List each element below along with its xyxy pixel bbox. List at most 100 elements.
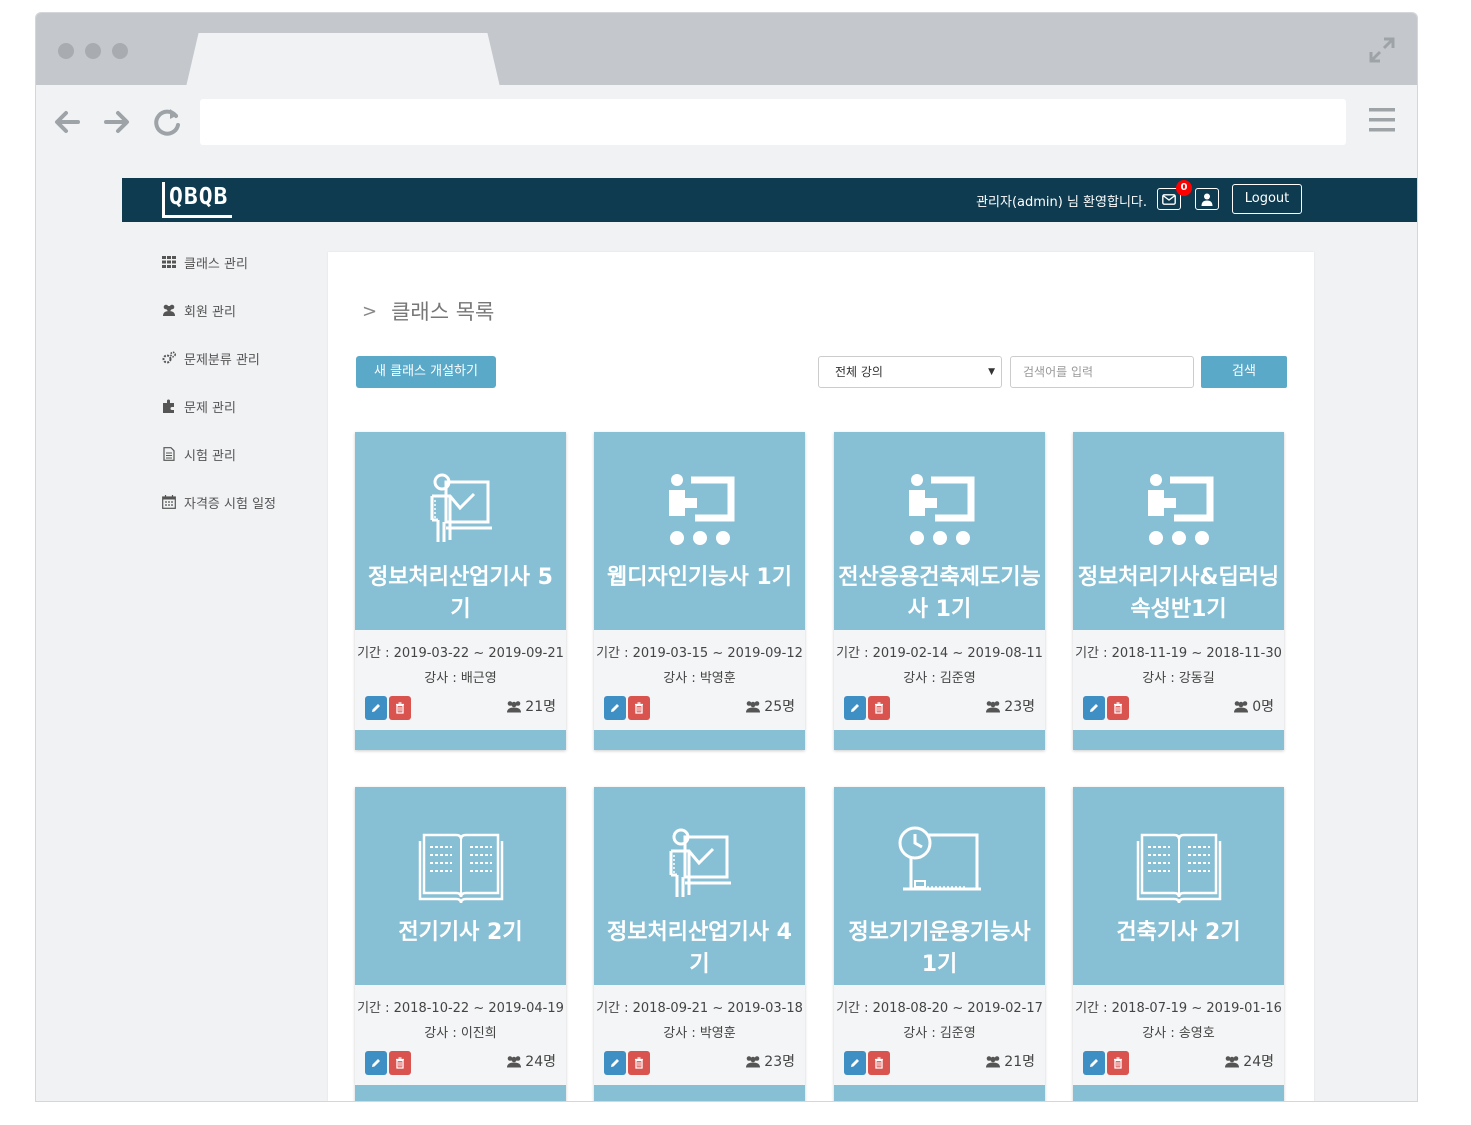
member-count: 0명 xyxy=(1233,696,1274,716)
card-footer-bar xyxy=(594,1085,805,1101)
member-count-text: 24명 xyxy=(1243,1054,1274,1070)
class-filter-value: 전체 강의 xyxy=(835,365,883,379)
member-count: 24명 xyxy=(506,1051,556,1071)
teacher-board-icon xyxy=(655,825,745,905)
sidebar-item-label: 클래스 관리 xyxy=(184,256,248,272)
card-period: 기간 : 2019-02-14 ~ 2019-08-11 xyxy=(836,646,1043,661)
edit-button[interactable] xyxy=(604,1051,626,1075)
card-header[interactable]: 전산응용건축제도기능사 1기 xyxy=(834,432,1045,630)
sidebar-item-members[interactable]: 회원 관리 xyxy=(162,300,236,320)
puzzle-icon xyxy=(163,399,174,413)
delete-button[interactable] xyxy=(1107,696,1129,720)
reload-icon[interactable] xyxy=(150,105,184,139)
member-count: 25명 xyxy=(745,696,795,716)
card-footer-bar xyxy=(355,730,566,750)
classroom-icon xyxy=(895,470,985,550)
pencil-icon xyxy=(1090,704,1098,712)
delete-button[interactable] xyxy=(628,1051,650,1075)
window-close-dot[interactable] xyxy=(58,43,74,59)
class-card[interactable]: 정보처리산업기사 5기 기간 : 2019-03-22 ~ 2019-09-21… xyxy=(355,432,566,750)
back-arrow-icon[interactable] xyxy=(50,105,84,139)
card-header[interactable]: 정보처리기사&딥러닝 속성반1기 xyxy=(1073,432,1284,630)
card-title[interactable]: 건축기사 2기 xyxy=(1073,917,1284,949)
card-period: 기간 : 2018-11-19 ~ 2018-11-30 xyxy=(1075,646,1282,661)
member-count: 23명 xyxy=(745,1051,795,1071)
edit-button[interactable] xyxy=(365,1051,387,1075)
member-count-text: 0명 xyxy=(1252,699,1274,715)
card-footer-bar xyxy=(1073,1085,1284,1101)
card-title[interactable]: 정보처리기사&딥러닝 속성반1기 xyxy=(1073,562,1284,626)
chevron-right-icon: > xyxy=(362,300,378,322)
address-bar[interactable] xyxy=(200,99,1346,145)
delete-button[interactable] xyxy=(868,696,890,720)
window-maximize-dot[interactable] xyxy=(112,43,128,59)
hamburger-menu-icon[interactable] xyxy=(1369,105,1395,135)
window-minimize-dot[interactable] xyxy=(85,43,101,59)
edit-button[interactable] xyxy=(604,696,626,720)
member-count-text: 24명 xyxy=(525,1054,556,1070)
class-card[interactable]: 정보처리산업기사 4기 기간 : 2018-09-21 ~ 2019-03-18… xyxy=(594,787,805,1101)
search-button[interactable]: 검색 xyxy=(1201,356,1287,388)
card-header[interactable]: 정보처리산업기사 5기 xyxy=(355,432,566,630)
member-count: 24명 xyxy=(1224,1051,1274,1071)
logout-button[interactable]: Logout xyxy=(1232,184,1302,214)
card-header[interactable]: 정보기기운용기능사 1기 xyxy=(834,787,1045,985)
welcome-text: 관리자(admin) 님 환영합니다. xyxy=(976,195,1147,210)
sidebar-item-classes[interactable]: 클래스 관리 xyxy=(162,252,248,272)
expand-icon[interactable] xyxy=(1367,35,1397,65)
card-header[interactable]: 전기기사 2기 xyxy=(355,787,566,985)
class-card[interactable]: 전기기사 2기 기간 : 2018-10-22 ~ 2019-04-19 강사 … xyxy=(355,787,566,1101)
delete-button[interactable] xyxy=(868,1051,890,1075)
card-teacher: 강사 : 김준영 xyxy=(903,1026,976,1041)
card-title[interactable]: 웹디자인기능사 1기 xyxy=(594,562,805,594)
class-card[interactable]: 건축기사 2기 기간 : 2018-07-19 ~ 2019-01-16 강사 … xyxy=(1073,787,1284,1101)
trash-icon xyxy=(635,1057,643,1069)
card-title[interactable]: 정보처리산업기사 4기 xyxy=(594,917,805,981)
card-title[interactable]: 전산응용건축제도기능사 1기 xyxy=(834,562,1045,626)
card-title[interactable]: 전기기사 2기 xyxy=(355,917,566,949)
delete-button[interactable] xyxy=(1107,1051,1129,1075)
new-class-button[interactable]: 새 클래스 개설하기 xyxy=(356,356,496,388)
card-title[interactable]: 정보기기운용기능사 1기 xyxy=(834,917,1045,981)
users-icon xyxy=(507,1055,522,1067)
class-card[interactable]: 전산응용건축제도기능사 1기 기간 : 2019-02-14 ~ 2019-08… xyxy=(834,432,1045,750)
edit-button[interactable] xyxy=(1083,1051,1105,1075)
sidebar-item-question-categories[interactable]: 문제분류 관리 xyxy=(162,348,260,368)
card-header[interactable]: 웹디자인기능사 1기 xyxy=(594,432,805,630)
users-icon xyxy=(1234,700,1249,712)
edit-button[interactable] xyxy=(844,1051,866,1075)
classroom-icon xyxy=(1134,470,1224,550)
class-card[interactable]: 정보처리기사&딥러닝 속성반1기 기간 : 2018-11-19 ~ 2018-… xyxy=(1073,432,1284,750)
card-teacher: 강사 : 강동길 xyxy=(1142,671,1215,686)
card-header[interactable]: 건축기사 2기 xyxy=(1073,787,1284,985)
browser-window: QBQB 관리자(admin) 님 환영합니다. 0 Logout 클래스 관리… xyxy=(35,12,1418,1102)
edit-button[interactable] xyxy=(365,696,387,720)
card-period: 기간 : 2018-08-20 ~ 2019-02-17 xyxy=(836,1001,1043,1016)
pencil-icon xyxy=(372,1059,380,1067)
browser-tab[interactable] xyxy=(186,33,500,87)
edit-button[interactable] xyxy=(1083,696,1105,720)
edit-button[interactable] xyxy=(844,696,866,720)
user-button[interactable] xyxy=(1195,188,1219,210)
delete-button[interactable] xyxy=(628,696,650,720)
sidebar-item-questions[interactable]: 문제 관리 xyxy=(162,396,236,416)
sidebar-item-exams[interactable]: 시험 관리 xyxy=(162,444,236,464)
card-footer-bar xyxy=(355,1085,566,1101)
sidebar-item-cert-schedule[interactable]: 자격증 시험 일정 xyxy=(162,492,276,512)
class-card[interactable]: 정보기기운용기능사 1기 기간 : 2018-08-20 ~ 2019-02-1… xyxy=(834,787,1045,1101)
page-title: 클래스 목록 xyxy=(391,300,495,324)
forward-arrow-icon[interactable] xyxy=(100,105,134,139)
search-input[interactable]: 검색어를 입력 xyxy=(1010,356,1194,388)
class-filter-select[interactable]: 전체 강의 ▼ xyxy=(818,356,1002,388)
class-card[interactable]: 웹디자인기능사 1기 기간 : 2019-03-15 ~ 2019-09-12 … xyxy=(594,432,805,750)
pencil-icon xyxy=(611,1059,619,1067)
delete-button[interactable] xyxy=(389,1051,411,1075)
delete-button[interactable] xyxy=(389,696,411,720)
pencil-icon xyxy=(851,704,859,712)
card-title[interactable]: 정보처리산업기사 5기 xyxy=(355,562,566,626)
card-header[interactable]: 정보처리산업기사 4기 xyxy=(594,787,805,985)
mail-count-badge: 0 xyxy=(1176,180,1192,196)
open-book-icon xyxy=(416,825,506,905)
card-teacher: 강사 : 박영훈 xyxy=(663,671,736,686)
logo[interactable]: QBQB xyxy=(162,182,233,218)
